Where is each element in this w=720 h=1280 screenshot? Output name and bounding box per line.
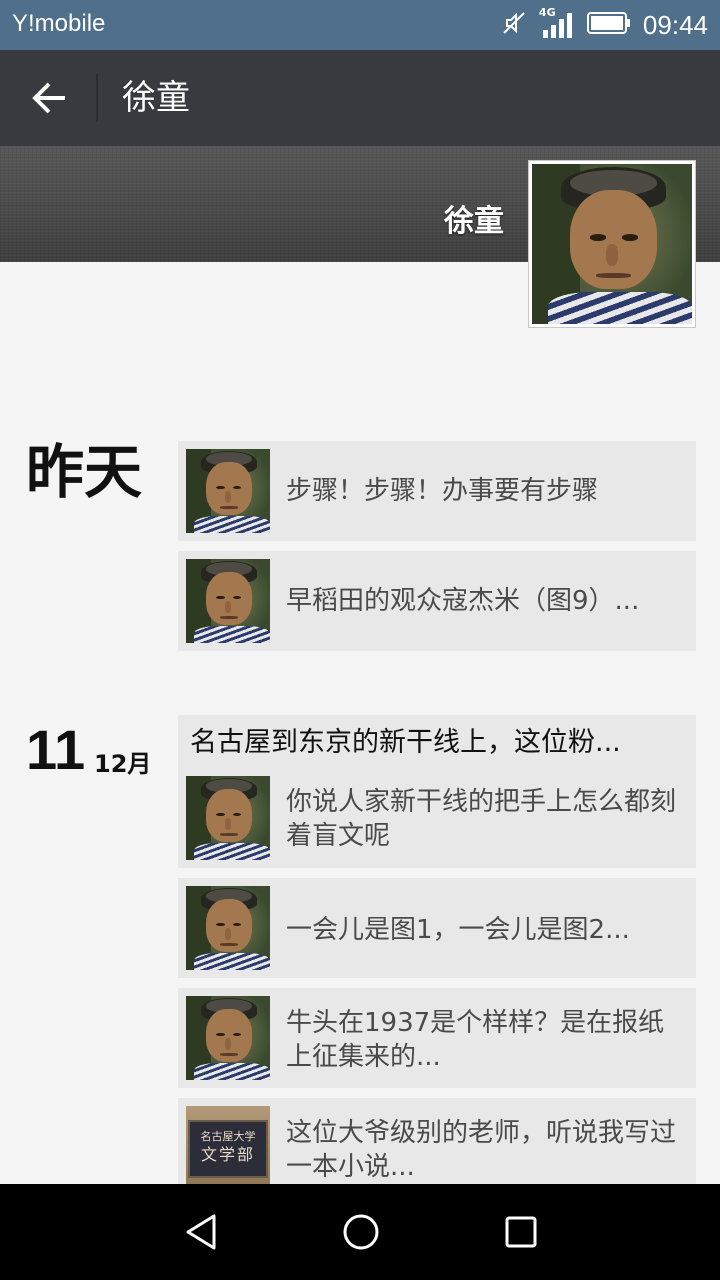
moment-entry[interactable]: 早稻田的观众寇杰米（图9）... — [178, 551, 696, 651]
moment-thumbnail — [186, 996, 270, 1080]
avatar-photo — [532, 164, 692, 324]
sign-plate: 名古屋大学 文学部 — [188, 1120, 268, 1178]
nav-back-button[interactable] — [174, 1208, 230, 1256]
date-month: 12月 — [94, 750, 152, 778]
nav-home-button[interactable] — [333, 1208, 389, 1256]
sign-line-2: 文学部 — [200, 1145, 255, 1164]
moment-entry[interactable]: 一会儿是图1，一会儿是图2... — [178, 878, 696, 978]
back-arrow-icon — [32, 82, 65, 114]
recents-square-icon — [505, 1216, 537, 1248]
home-circle-icon — [343, 1214, 379, 1250]
battery-icon — [586, 11, 631, 39]
moment-text: 早稻田的观众寇杰米（图9）... — [286, 586, 640, 616]
moment-thumbnail — [186, 449, 270, 533]
moment-entry[interactable]: 名古屋到东京的新干线上，这位粉... 你说人家新干线的把手上怎么都刻着盲文呢 — [178, 715, 696, 868]
navigation-bar — [0, 1184, 720, 1280]
moment-text: 牛头在1937是个样样？是在报纸上征集来的... — [286, 1008, 665, 1072]
page-title: 徐童 — [122, 78, 190, 118]
moment-text: 步骤！步骤！办事要有步骤 — [286, 476, 599, 506]
moment-thumbnail — [186, 559, 270, 643]
sign-line-1: 名古屋大学 — [200, 1130, 256, 1143]
moment-thumbnail — [186, 886, 270, 970]
moment-text: 这位大爷级别的老师，听说我写过一本小说... — [286, 1118, 677, 1182]
action-bar: 徐童 — [0, 50, 720, 146]
moment-thumbnail-sign: 名古屋大学 文学部 — [186, 1106, 270, 1190]
carrier-name: Y!mobile — [12, 10, 106, 37]
date-day: 11 — [26, 718, 86, 781]
moment-entry[interactable]: 步骤！步骤！办事要有步骤 — [178, 441, 696, 541]
moment-text: 一会儿是图1，一会儿是图2... — [286, 915, 630, 945]
nav-recents-button[interactable] — [493, 1208, 549, 1256]
moment-entry[interactable]: 牛头在1937是个样样？是在报纸上征集来的... — [178, 988, 696, 1088]
back-triangle-icon — [186, 1214, 216, 1250]
profile-avatar[interactable] — [528, 160, 696, 328]
status-icons: 4G 09:44 — [501, 6, 708, 42]
moment-text: 你说人家新干线的把手上怎么都刻着盲文呢 — [286, 787, 677, 851]
status-bar: Y!mobile 4G 09:44 — [0, 0, 720, 50]
moment-headline: 名古屋到东京的新干线上，这位粉... — [190, 727, 621, 758]
moment-thumbnail — [186, 776, 270, 860]
signal-4g-icon: 4G — [539, 6, 575, 40]
mute-icon — [501, 10, 527, 40]
cover-user-name: 徐童 — [444, 204, 504, 239]
action-bar-divider — [96, 74, 98, 122]
back-button[interactable] — [20, 70, 78, 126]
clock: 09:44 — [642, 9, 708, 40]
moment-entry[interactable]: 名古屋大学 文学部 这位大爷级别的老师，听说我写过一本小说... — [178, 1098, 696, 1198]
date-label-yesterday: 昨天 — [26, 438, 143, 506]
